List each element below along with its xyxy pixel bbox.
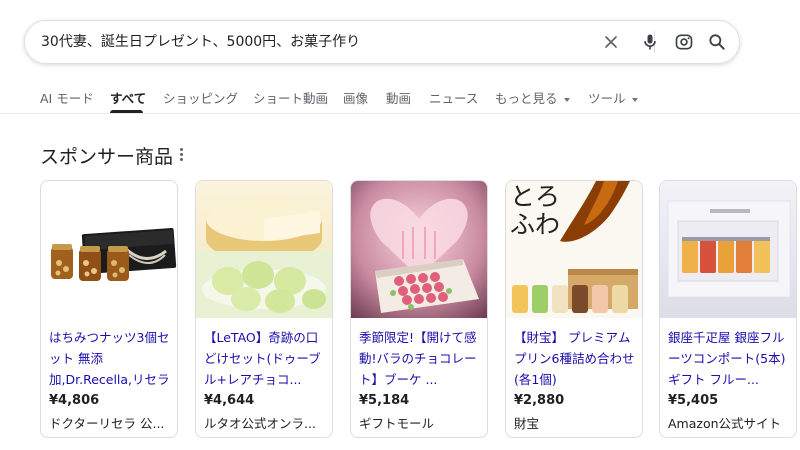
product-image	[196, 181, 332, 318]
lens-icon[interactable]	[674, 32, 694, 52]
product-title[interactable]: 【LeTAO】奇跡の口どけセット(ドゥーブル+レアチョコ...	[204, 327, 328, 390]
tab-shopping[interactable]: ショッピング	[163, 88, 238, 107]
product-image: とろふわ	[506, 181, 642, 318]
more-vert-icon[interactable]	[178, 148, 184, 162]
search-box[interactable]: 30代妻、誕生日プレゼント、5000円、お菓子作り	[24, 20, 740, 64]
product-price: ¥4,644	[204, 393, 255, 408]
product-price: ¥2,880	[514, 393, 565, 408]
product-card[interactable]: はちみつナッツ3個セット 無添加,Dr.Recella,リセラ ¥4,806 ド…	[40, 180, 178, 438]
product-price: ¥4,806	[49, 393, 100, 408]
tab-news[interactable]: ニュース	[429, 88, 478, 107]
product-title[interactable]: 季節限定!【開けて感動!バラのチョコレート】ブーケ ...	[359, 327, 483, 390]
product-seller: ドクターリセラ 公...	[49, 416, 165, 431]
tab-images[interactable]: 画像	[343, 88, 368, 107]
product-title[interactable]: はちみつナッツ3個セット 無添加,Dr.Recella,リセラ	[49, 327, 173, 390]
product-card[interactable]: 季節限定!【開けて感動!バラのチョコレート】ブーケ ... ¥5,184 ギフト…	[350, 180, 488, 438]
microphone-icon[interactable]	[640, 32, 660, 52]
product-image	[41, 181, 177, 318]
product-card[interactable]: とろふわ 【財宝】 プレミアムプリン6種詰め合わせ(各1個) ¥2,880 財宝	[505, 180, 643, 438]
product-price: ¥5,184	[359, 393, 410, 408]
tabs-divider	[0, 113, 800, 114]
sponsored-heading: スポンサー商品	[40, 146, 174, 168]
tab-short-videos[interactable]: ショート動画	[253, 88, 328, 107]
tab-videos[interactable]: 動画	[386, 88, 411, 107]
chevron-down-icon	[631, 97, 638, 102]
tab-all[interactable]: すべて	[110, 88, 146, 107]
tab-tools[interactable]: ツール	[588, 88, 638, 107]
tab-more[interactable]: もっと見る	[495, 88, 570, 107]
product-card[interactable]: 【LeTAO】奇跡の口どけセット(ドゥーブル+レアチョコ... ¥4,644 ル…	[195, 180, 333, 438]
search-input[interactable]: 30代妻、誕生日プレゼント、5000円、お菓子作り	[41, 21, 360, 63]
product-image	[660, 181, 796, 318]
tab-more-label: もっと見る	[495, 91, 558, 106]
tab-tools-label: ツール	[588, 91, 626, 106]
clear-icon[interactable]	[601, 32, 621, 52]
product-image	[351, 181, 487, 318]
chevron-down-icon	[563, 97, 570, 102]
product-seller: Amazon公式サイト	[668, 416, 782, 431]
product-seller: 財宝	[514, 416, 540, 431]
product-seller: ルタオ公式オンラ...	[204, 416, 316, 431]
tab-ai-mode[interactable]: AI モード	[40, 88, 94, 107]
search-icon[interactable]	[707, 32, 727, 52]
product-title[interactable]: 銀座千疋屋 銀座フルーツコンポート(5本) ギフト フルー...	[668, 327, 792, 390]
product-price: ¥5,405	[668, 393, 719, 408]
product-seller: ギフトモール	[359, 416, 435, 431]
product-title[interactable]: 【財宝】 プレミアムプリン6種詰め合わせ(各1個)	[514, 327, 638, 390]
product-card[interactable]: 銀座千疋屋 銀座フルーツコンポート(5本) ギフト フルー... ¥5,405 …	[659, 180, 797, 438]
